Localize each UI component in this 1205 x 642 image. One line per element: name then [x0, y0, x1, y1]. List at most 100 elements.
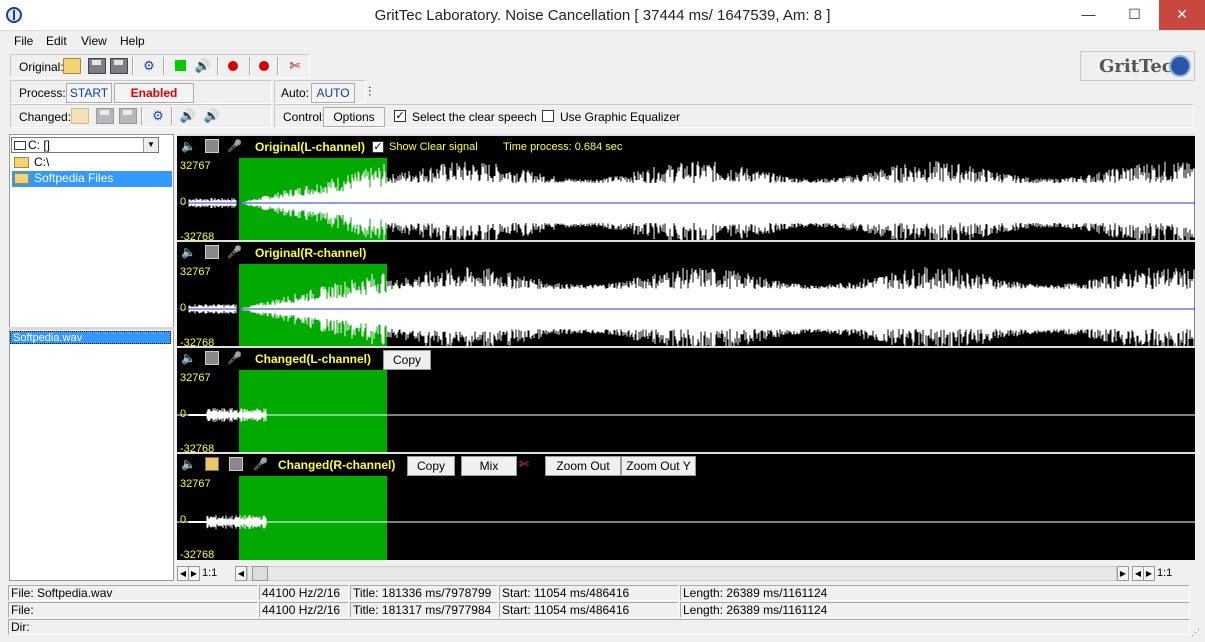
y-min-label: -32768: [180, 337, 215, 346]
show-clear-checkbox[interactable]: ✓: [372, 141, 384, 153]
zoom-out-y-button[interactable]: Zoom Out Y: [621, 456, 696, 476]
changed-toolbar: Changed: ⚙ 🔊 🔊: [10, 104, 272, 128]
panel-toolbar: 🔈 🎤 Original(L-channel) ✓ Show Clear sig…: [177, 136, 1195, 158]
select-clear-speech-checkbox[interactable]: ✓: [394, 110, 406, 122]
y-min-label: -32768: [180, 231, 215, 240]
chevron-down-icon[interactable]: ▼: [143, 138, 158, 152]
copy-button[interactable]: Copy: [383, 350, 431, 370]
panel-changed-left[interactable]: 🔈 🎤 Changed(L-channel) Copy 32767 0 -327…: [177, 346, 1195, 452]
scroll-right-arrow[interactable]: ▶: [1117, 566, 1129, 581]
mic-icon[interactable]: 🎤: [227, 351, 242, 365]
maximize-button[interactable]: ☐: [1112, 0, 1157, 30]
drive-value: C: []: [28, 138, 51, 152]
speaker-icon[interactable]: 🔈: [181, 351, 196, 365]
panel-changed-right[interactable]: 🔈 🎤 Changed(R-channel) Copy Mix ✄ Zoom O…: [177, 452, 1195, 560]
stop-icon[interactable]: [175, 60, 186, 71]
status-row-3: Dir:: [0, 619, 1205, 636]
drive-select[interactable]: C: [] ▼: [11, 137, 159, 153]
scroll-track[interactable]: [247, 566, 1117, 581]
auto-button[interactable]: AUTO: [311, 83, 355, 103]
original-label: Original:: [19, 60, 64, 74]
menu-edit[interactable]: Edit: [46, 34, 67, 48]
scroll-left-arrow[interactable]: ◀: [235, 566, 247, 581]
y-zero-label: 0: [180, 514, 187, 526]
changed-speaker-icon[interactable]: 🔊: [179, 108, 197, 124]
process-toolbar: Process: START Enabled: [10, 80, 272, 104]
file-item[interactable]: Softpedia.wav: [10, 331, 171, 344]
save-icon[interactable]: [229, 457, 243, 471]
speaker-icon[interactable]: 🔈: [181, 457, 196, 471]
show-clear-label: Show Clear signal: [389, 141, 478, 153]
tools-icon[interactable]: ✄: [519, 457, 533, 471]
tools-icon[interactable]: ✄: [286, 58, 304, 74]
dir-item-root[interactable]: C:\: [12, 155, 172, 171]
zoom-out-button[interactable]: Zoom Out: [545, 456, 621, 476]
y-max-label: 32767: [180, 478, 211, 490]
y-max-label: 32767: [180, 372, 211, 384]
scroll-right-button[interactable]: ▶: [188, 566, 200, 581]
changed-speaker-icon-2[interactable]: 🔊: [203, 108, 221, 124]
status-file: File: Softpedia.wav: [8, 585, 258, 601]
speaker-icon[interactable]: 🔊: [194, 58, 212, 74]
mic-icon[interactable]: 🎤: [227, 245, 242, 259]
selection-highlight: [239, 370, 387, 452]
equalizer-icon[interactable]: ⫶: [368, 84, 386, 100]
open-folder-icon[interactable]: [205, 457, 219, 471]
auto-toolbar: Auto: AUTO: [274, 80, 366, 104]
y-zero-label: 0: [180, 302, 187, 314]
panel-splitter[interactable]: [9, 327, 174, 330]
record-icon[interactable]: [228, 61, 238, 71]
save-changed-icon[interactable]: [96, 108, 114, 124]
dir-item-softpedia[interactable]: Softpedia Files: [12, 171, 172, 187]
control-label: Control:: [283, 110, 326, 124]
open-folder-icon[interactable]: [63, 58, 81, 74]
mic-icon[interactable]: 🎤: [253, 457, 268, 471]
use-graphic-equalizer-checkbox[interactable]: [542, 110, 554, 122]
changed-properties-icon[interactable]: ⚙: [149, 108, 167, 124]
save-icon[interactable]: [205, 245, 219, 259]
resize-grip-icon[interactable]: ⋰: [1191, 628, 1203, 640]
menu-help[interactable]: Help: [120, 34, 145, 48]
speaker-icon[interactable]: 🔈: [181, 245, 196, 259]
properties-icon[interactable]: ⚙: [140, 58, 158, 74]
save-icon[interactable]: [205, 351, 219, 365]
folder-open-icon: [14, 157, 29, 168]
panel-title: Original(L-channel): [255, 140, 366, 154]
panel-toolbar: 🔈 🎤 Original(R-channel): [177, 242, 1195, 264]
waveform-area: 🔈 🎤 Original(L-channel) ✓ Show Clear sig…: [177, 134, 1195, 560]
y-max-label: 32767: [180, 266, 211, 278]
left-zoom-label: 1:1: [202, 567, 218, 579]
y-min-label: -32768: [180, 549, 215, 560]
status-title: Title: 181336 ms/7978799: [350, 585, 498, 601]
menu-view[interactable]: View: [81, 34, 107, 48]
save-icon[interactable]: [88, 58, 106, 74]
horizontal-scroll: ◀ ▶ 1:1 ◀ ▶ ◀ ▶ 1:1: [177, 566, 1195, 581]
copy-button[interactable]: Copy: [407, 456, 455, 476]
open-changed-folder-icon[interactable]: [71, 108, 89, 124]
mix-button[interactable]: Mix: [461, 456, 517, 476]
speaker-icon[interactable]: 🔈: [181, 139, 196, 153]
y-zero-label: 0: [180, 196, 187, 208]
save-changed-as-icon[interactable]: [119, 108, 137, 124]
y-max-label: 32767: [180, 160, 211, 172]
mic-icon[interactable]: 🎤: [227, 139, 242, 153]
logo-globe-icon: [1169, 55, 1191, 77]
save-as-icon[interactable]: [110, 58, 128, 74]
panel-title: Changed(L-channel): [255, 352, 371, 366]
scroll-thumb[interactable]: [252, 566, 268, 581]
status-format: 44100 Hz/2/16: [259, 602, 349, 618]
logo-text: GritTec: [1099, 56, 1173, 77]
panel-original-right[interactable]: 🔈 🎤 Original(R-channel) 32767 0 -32768: [177, 240, 1195, 346]
panel-title: Original(R-channel): [255, 246, 367, 260]
save-icon[interactable]: [205, 139, 219, 153]
minimize-button[interactable]: —: [1066, 0, 1111, 30]
original-toolbar: Original: ⚙ 🔊 ✄: [10, 54, 310, 78]
zoom-right-button[interactable]: ▶: [1143, 566, 1155, 581]
close-button[interactable]: ✕: [1159, 0, 1205, 30]
start-button[interactable]: START: [66, 83, 112, 103]
menu-file[interactable]: File: [14, 34, 33, 48]
panel-original-left[interactable]: 🔈 🎤 Original(L-channel) ✓ Show Clear sig…: [177, 134, 1195, 240]
enabled-button[interactable]: Enabled: [114, 83, 194, 103]
options-button[interactable]: Options: [323, 107, 385, 127]
record-icon-2[interactable]: [259, 61, 269, 71]
